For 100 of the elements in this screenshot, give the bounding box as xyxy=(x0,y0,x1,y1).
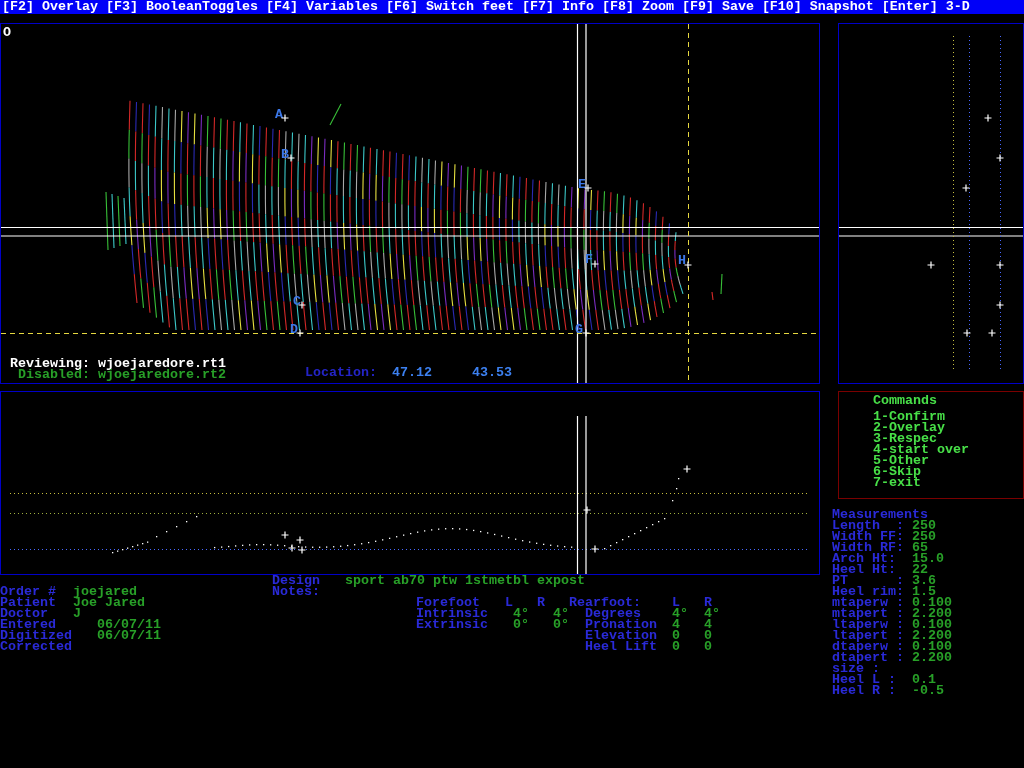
plus-marker-icon xyxy=(682,464,692,474)
measurement-label: Width RF: xyxy=(832,542,904,553)
measurement-value: 15.0 xyxy=(912,553,944,564)
measurement-value: 250 xyxy=(912,531,936,542)
measurement-value: 2.200 xyxy=(912,630,952,641)
measurement-value: 0.100 xyxy=(912,619,952,630)
column-header: L xyxy=(672,597,680,608)
table-value: 4 xyxy=(704,619,712,630)
table-value: 0° xyxy=(553,619,569,630)
table-title: Forefoot xyxy=(416,597,480,608)
order-field-value: J xyxy=(73,608,81,619)
plus-marker-icon xyxy=(926,260,936,270)
table-value: 0° xyxy=(513,619,529,630)
plus-marker-icon xyxy=(995,260,1005,270)
point-label: C xyxy=(293,293,301,309)
disabled-file-label: Disabled: wjoejaredore.rt2 xyxy=(18,369,226,380)
measurement-value: 250 xyxy=(912,520,936,531)
menu-item[interactable]: [F6] Switch feet xyxy=(385,0,514,14)
measurement-label: size : xyxy=(832,663,880,674)
commands-title: Commands xyxy=(873,395,937,406)
plus-marker-icon xyxy=(683,260,693,270)
menu-item[interactable]: [F2] Overlay xyxy=(2,0,98,14)
column-header: R xyxy=(537,597,545,608)
row-label: Pronation xyxy=(585,619,657,630)
measurement-label: Heel Ht: xyxy=(832,564,896,575)
measurement-value: 3.6 xyxy=(912,575,936,586)
plus-marker-icon xyxy=(297,545,307,555)
measurement-label: Heel rim: xyxy=(832,586,904,597)
command-item[interactable]: 7-exit xyxy=(873,477,921,488)
measurement-label: ltaperw : xyxy=(832,619,904,630)
corner-label: O xyxy=(3,27,11,38)
measurement-label: dtapert : xyxy=(832,652,904,663)
plus-marker-icon xyxy=(590,544,600,554)
table-value: 4 xyxy=(672,619,680,630)
command-item[interactable]: 1-Confirm xyxy=(873,411,945,422)
plus-marker-icon xyxy=(582,505,592,515)
plus-marker-icon xyxy=(983,113,993,123)
measurement-label: mtaperw : xyxy=(832,597,904,608)
reviewing-file-label: Reviewing: wjoejaredore.rt1 xyxy=(10,358,226,369)
measurement-label: Heel R : xyxy=(832,685,896,696)
measurement-value: 0.1 xyxy=(912,674,936,685)
column-header: L xyxy=(505,597,513,608)
table-value: 4° xyxy=(704,608,720,619)
measurement-label: Length : xyxy=(832,520,904,531)
plus-marker-icon xyxy=(987,328,997,338)
location-label: Location: xyxy=(305,367,377,378)
measurement-label: Heel L : xyxy=(832,674,896,685)
order-field-label: Order # xyxy=(0,586,56,597)
plus-marker-icon xyxy=(287,543,297,553)
plus-marker-icon xyxy=(995,300,1005,310)
order-field-label: Digitized xyxy=(0,630,72,641)
plus-marker-icon xyxy=(995,153,1005,163)
menu-item[interactable]: [F9] Save xyxy=(681,0,754,14)
point-label: D xyxy=(290,321,298,337)
row-label: Extrinsic xyxy=(416,619,488,630)
measurement-label: dtaperw : xyxy=(832,641,904,652)
menu-item[interactable]: [F4] Variables xyxy=(265,0,378,14)
plus-marker-icon xyxy=(295,535,305,545)
measurement-value: 22 xyxy=(912,564,928,575)
measurement-value: 0.100 xyxy=(912,597,952,608)
command-item[interactable]: 2-Overlay xyxy=(873,422,945,433)
command-item[interactable]: 4-start over xyxy=(873,444,969,455)
table-value: 0 xyxy=(704,630,712,641)
measurements-title: Measurements xyxy=(832,509,928,520)
plus-marker-icon xyxy=(581,328,591,338)
plus-marker-icon xyxy=(961,183,971,193)
table-value: 0 xyxy=(704,641,712,652)
table-value: 4° xyxy=(553,608,569,619)
order-field-label: Patient xyxy=(0,597,56,608)
row-label: Degrees xyxy=(585,608,641,619)
table-value: 4° xyxy=(513,608,529,619)
measurement-value: 65 xyxy=(912,542,928,553)
command-item[interactable]: 5-Other xyxy=(873,455,929,466)
measurement-label: ltapert : xyxy=(832,630,904,641)
menu-item[interactable]: [Enter] 3-D xyxy=(881,0,970,14)
row-label: Elevation xyxy=(585,630,657,641)
measurement-label: Arch Ht: xyxy=(832,553,896,564)
order-field-value: 06/07/11 xyxy=(97,630,161,641)
measurement-value: 2.200 xyxy=(912,652,952,663)
column-header: R xyxy=(704,597,712,608)
command-item[interactable]: 3-Respec xyxy=(873,433,937,444)
plus-marker-icon xyxy=(280,530,290,540)
table-title: Rearfoot: xyxy=(569,597,641,608)
measurement-value: -0.5 xyxy=(912,685,944,696)
row-label: Heel Lift xyxy=(585,641,657,652)
menu-item[interactable]: [F7] Info xyxy=(521,0,594,14)
menu-item[interactable]: [F3] BooleanToggles xyxy=(106,0,258,14)
menu-item[interactable]: [F10] Snapshot xyxy=(761,0,874,14)
measurement-label: mtapert : xyxy=(832,608,904,619)
measurement-value: 1.5 xyxy=(912,586,936,597)
order-field-label: Doctor xyxy=(0,608,48,619)
order-field-value: Joe Jared xyxy=(73,597,145,608)
plus-marker-icon xyxy=(962,328,972,338)
menu-item[interactable]: [F8] Zoom xyxy=(601,0,674,14)
design-value: sport ab70 ptw 1stmetbl expost xyxy=(345,575,585,586)
measurement-value: 0.100 xyxy=(912,641,952,652)
order-field-label: Corrected xyxy=(0,641,72,652)
command-item[interactable]: 6-Skip xyxy=(873,466,921,477)
measurement-label: Width FF: xyxy=(832,531,904,542)
design-label: Design xyxy=(272,575,320,586)
